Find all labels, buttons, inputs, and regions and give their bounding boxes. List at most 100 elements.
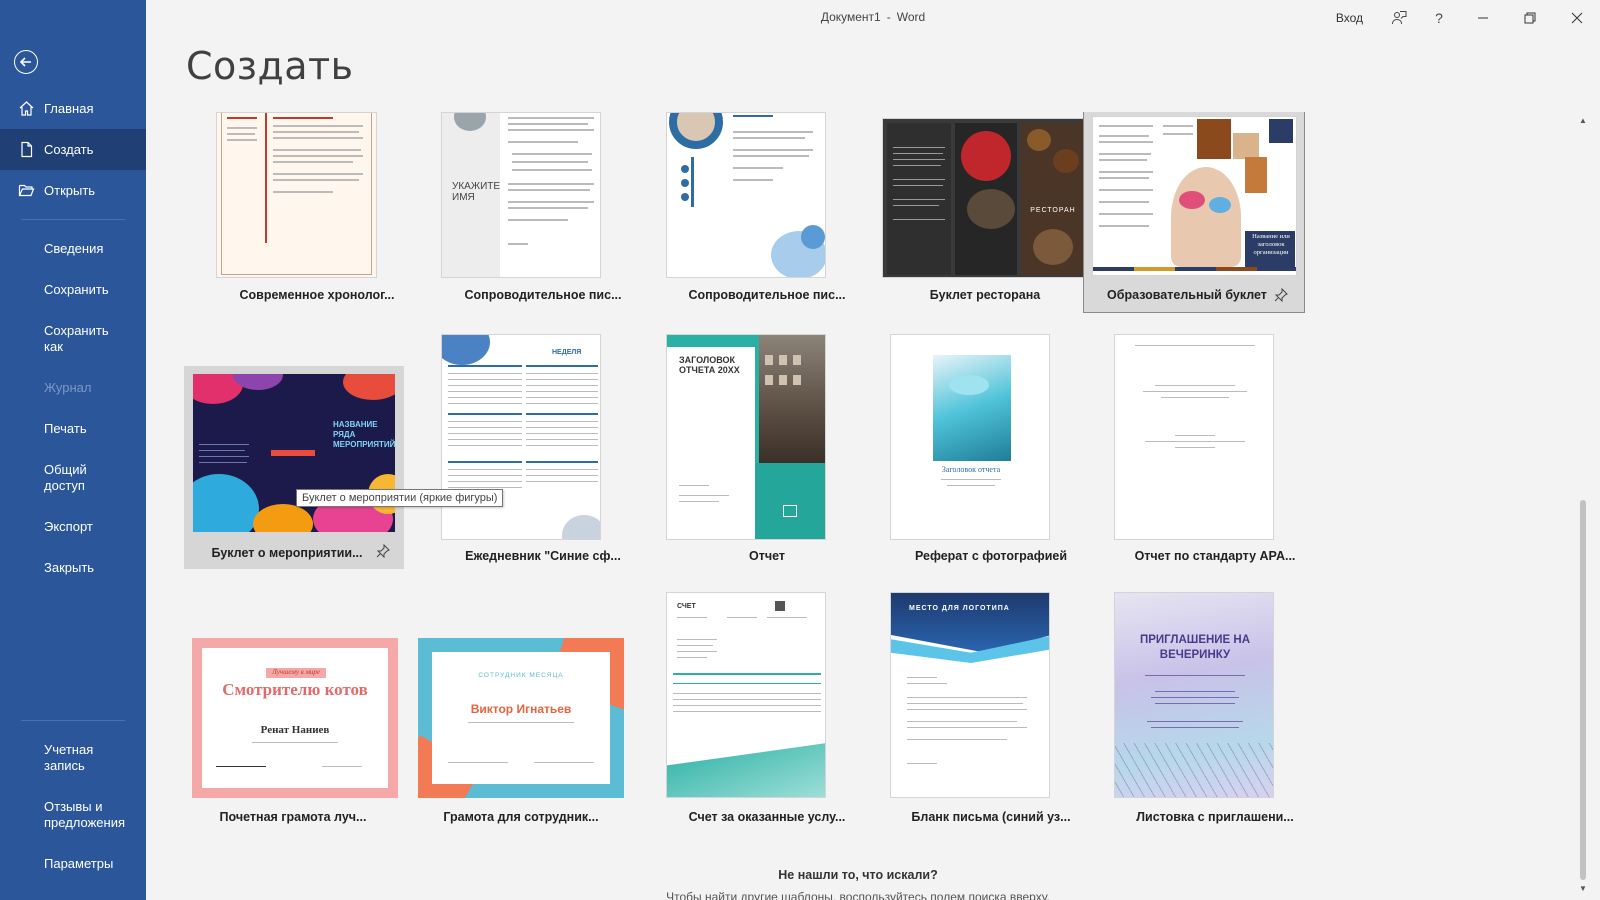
pin-icon[interactable] (376, 544, 390, 558)
template-thumbnail: СОТРУДНИК МЕСЯЦА Виктор Игнатьев (418, 638, 624, 798)
nav-divider (21, 219, 125, 220)
template-tile[interactable]: НЕДЕЛЯ Ежедневник "Синие сф... (434, 334, 652, 574)
invoice-header: СЧЕТ (677, 603, 696, 610)
nav-print-label: Печать (44, 421, 87, 436)
not-found-hint: Чтобы найти другие шаблоны, воспользуйте… (666, 890, 1050, 900)
nav-feedback[interactable]: Отзывы и предложения (0, 786, 146, 843)
close-window-button[interactable] (1553, 0, 1600, 36)
invitation-title: ПРИГЛАШЕНИЕ НА ВЕЧЕРИНКУ (1139, 634, 1251, 661)
restore-button[interactable] (1506, 0, 1553, 36)
nav-new-label: Создать (44, 142, 94, 157)
help-button[interactable]: ? (1419, 0, 1459, 36)
nav-share-label: Общий доступ (44, 461, 87, 493)
backstage-sidebar: Главная Создать Открыть Сведения Сохрани… (0, 0, 146, 900)
nav-share[interactable]: Общий доступ (0, 449, 146, 506)
pin-icon[interactable] (1274, 288, 1288, 302)
scroll-thumb[interactable] (1580, 500, 1586, 880)
template-tile[interactable]: Отчет по стандарту APA... (1106, 334, 1324, 574)
restore-icon (1524, 12, 1535, 24)
scroll-up-button[interactable]: ▲ (1574, 112, 1592, 128)
template-label: Отчет по стандарту APA... (1134, 549, 1296, 563)
template-tile-selected[interactable]: Название или заголовок организации Образ… (1083, 112, 1305, 313)
triangle-up-icon: ▲ (1579, 115, 1587, 125)
template-label: Отчет (748, 549, 785, 563)
minimize-button[interactable] (1459, 0, 1506, 36)
nav-open-label: Открыть (44, 183, 96, 198)
certificate-name: Ренат Наниев (260, 724, 330, 736)
nav-feedback-label: Отзывы и предложения (44, 798, 126, 830)
template-label: Счет за оказанные услу... (688, 810, 846, 824)
triangle-down-icon: ▼ (1579, 883, 1587, 893)
title-bar: Документ1- Word Вход ? (146, 0, 1600, 36)
event-booklet-title: НАЗВАНИЕ РЯДА МЕРОПРИЯТИЙ (333, 420, 396, 449)
nav-print[interactable]: Печать (0, 408, 146, 449)
template-thumbnail: СЧЕТ (666, 592, 826, 798)
template-label: Почетная грамота луч... (219, 810, 367, 824)
template-tile[interactable]: СЧЕТ Счет за оказанные услу... (658, 592, 876, 832)
template-label: Реферат с фотографией (914, 549, 1068, 563)
template-label: Бланк письма (синий уз... (911, 810, 1071, 824)
template-thumbnail: РЕСТОРАН (882, 118, 1088, 278)
nav-open[interactable]: Открыть (0, 170, 146, 211)
back-button[interactable] (14, 50, 38, 74)
template-tile[interactable]: ЗАГОЛОВОК ОТЧЕТА 20XX Отчет (658, 334, 876, 574)
template-tile[interactable]: Заголовок отчета Реферат с фотографией (882, 334, 1100, 574)
template-thumbnail: ЗАГОЛОВОК ОТЧЕТА 20XX (666, 334, 826, 540)
planner-header: НЕДЕЛЯ (552, 349, 582, 356)
arrow-left-icon (19, 57, 31, 67)
restaurant-name: РЕСТОРАН (1030, 207, 1076, 214)
template-thumbnail (216, 112, 377, 278)
template-tile[interactable]: Современное хронолог... (208, 112, 426, 312)
nav-account-label: Учетная запись (44, 741, 94, 773)
template-tile[interactable]: СОТРУДНИК МЕСЯЦА Виктор Игнатьев Грамота… (410, 592, 630, 832)
new-document-icon (21, 141, 33, 158)
nav-home[interactable]: Главная (0, 88, 146, 129)
scroll-down-button[interactable]: ▼ (1574, 880, 1592, 896)
template-label: Буклет ресторана (929, 288, 1041, 302)
template-label: Образовательный буклет (1107, 288, 1267, 302)
template-tile-hovered[interactable]: НАЗВАНИЕ РЯДА МЕРОПРИЯТИЙ Буклет о мероп… (184, 366, 404, 569)
feedback-button[interactable] (1379, 0, 1419, 36)
template-tooltip: Буклет о мероприятии (яркие фигуры) (296, 489, 504, 507)
template-tile[interactable]: РЕСТОРАН Буклет ресторана (882, 112, 1100, 312)
template-label: Буклет о мероприятии... (211, 546, 363, 560)
template-tile[interactable]: УКАЖИТЕ ИМЯ Сопроводительное пис... (434, 112, 652, 312)
close-icon (1571, 12, 1582, 24)
template-thumbnail: НЕДЕЛЯ (441, 334, 601, 540)
template-tile[interactable]: МЕСТО ДЛЯ ЛОГОТИПА Бланк письма (синий у… (882, 592, 1100, 832)
nav-export[interactable]: Экспорт (0, 506, 146, 547)
certificate-title: Смотрителю котов (222, 680, 368, 699)
template-label: Сопроводительное пис... (688, 288, 846, 302)
template-thumbnail: Название или заголовок организации (1092, 116, 1297, 276)
nav-save-label: Сохранить (44, 282, 109, 297)
nav-home-label: Главная (44, 101, 94, 116)
nav-save[interactable]: Сохранить (0, 269, 146, 310)
scroll-track[interactable] (1578, 130, 1588, 890)
template-thumbnail (666, 112, 826, 278)
sign-in-link[interactable]: Вход (1336, 11, 1363, 25)
page-title: Создать (186, 44, 354, 88)
nav-info[interactable]: Сведения (0, 228, 146, 269)
template-tile[interactable]: ПРИГЛАШЕНИЕ НА ВЕЧЕРИНКУ Листовка с приг… (1106, 592, 1324, 832)
nav-save-as-label: Сохранить как (44, 322, 109, 354)
employee-cert-subtitle: СОТРУДНИК МЕСЯЦА (478, 672, 564, 679)
nav-close[interactable]: Закрыть (0, 547, 146, 588)
nav-account[interactable]: Учетная запись (0, 729, 146, 786)
template-tile[interactable]: Лучшему в мире Смотрителю котов Ренат На… (184, 592, 404, 832)
nav-divider (21, 720, 125, 721)
template-label: Ежедневник "Синие сф... (465, 549, 621, 563)
vertical-scrollbar[interactable]: ▲ ▼ (1574, 112, 1592, 900)
minimize-icon (1477, 17, 1488, 19)
template-label: Листовка с приглашени... (1136, 810, 1294, 824)
app-name: Word (896, 10, 926, 24)
nav-options[interactable]: Параметры (0, 843, 146, 884)
certificate-subtitle: Лучшему в мире (266, 668, 326, 678)
template-tile[interactable]: Сопроводительное пис... (658, 112, 876, 312)
nav-new[interactable]: Создать (0, 129, 146, 170)
template-label: Сопроводительное пис... (464, 288, 622, 302)
document-name: Документ1 (820, 10, 881, 24)
nav-save-as[interactable]: Сохранить как (0, 310, 146, 367)
photo-report-title: Заголовок отчета (941, 465, 1001, 474)
title-separator: - (886, 10, 891, 24)
feedback-person-icon (1392, 11, 1407, 25)
